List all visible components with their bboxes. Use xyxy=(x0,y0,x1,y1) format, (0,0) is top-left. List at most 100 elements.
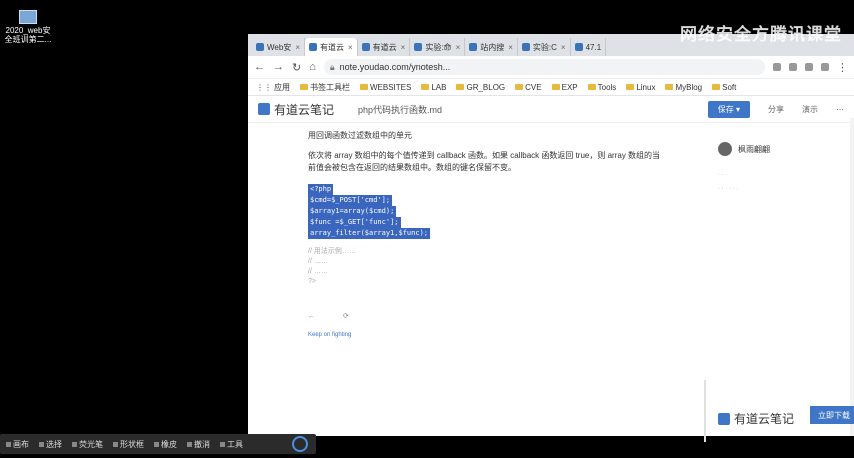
tab[interactable]: 47.1 xyxy=(571,38,607,56)
code-block[interactable]: <?php $cmd=$_POST['cmd']; $array1=array(… xyxy=(308,184,668,239)
drawing-toolbar: 画布 选择 荧光笔 形状框 橡皮 撤消 工具 xyxy=(0,434,316,454)
menu-icon[interactable]: ⋮ xyxy=(837,61,848,74)
desktop-icon-label: 2020_web安 全班训第二... xyxy=(4,26,52,44)
author-meta: · · · · · · · · · xyxy=(718,172,739,192)
extension-icon[interactable] xyxy=(773,63,781,71)
code-line: $func =$_GET['func']; xyxy=(308,217,401,228)
close-icon[interactable]: × xyxy=(348,43,353,52)
note-nav: ← ⟳ xyxy=(308,311,668,323)
folder-icon xyxy=(665,84,674,90)
bookmark-folder[interactable]: CVE xyxy=(515,83,542,92)
bookmark-folder[interactable]: 书签工具栏 xyxy=(300,82,350,93)
tool-shape[interactable]: 形状框 xyxy=(113,439,144,450)
more-icon[interactable]: ⋯ xyxy=(836,105,844,114)
browser-window: Web安 × 有道云 × 有道云 × 实验:命 × 站内搜 × 实验:C × 47.1 ← … xyxy=(248,34,854,442)
save-button[interactable]: 保存 ▾ xyxy=(707,100,750,118)
note-content[interactable]: 用回调函数过滤数组中的单元 依次将 array 数组中的每个值传递到 callb… xyxy=(308,130,668,341)
tab[interactable]: 有道云 × xyxy=(358,38,411,56)
browser-toolbar: ← → ↻ ⌂ 🔒︎ note.youdao.com/ynotesh... ⋮ xyxy=(248,56,854,79)
tab[interactable]: 实验:C × xyxy=(518,38,571,56)
cursor-icon xyxy=(39,441,44,447)
close-icon[interactable]: × xyxy=(401,43,406,52)
address-bar[interactable]: 🔒︎ note.youdao.com/ynotesh... xyxy=(323,59,765,75)
document-title[interactable]: php代码执行函数.md xyxy=(358,103,442,116)
folder-icon xyxy=(551,84,560,90)
folder-icon xyxy=(360,84,368,90)
bookmark-folder[interactable]: Soft xyxy=(712,83,736,92)
tab[interactable]: 实验:命 × xyxy=(410,38,466,56)
tool-canvas[interactable]: 画布 xyxy=(6,439,29,450)
faint-text-block: // 用法示例…… // …… // …… ?> xyxy=(308,248,356,285)
folder-icon xyxy=(19,10,37,24)
author[interactable]: 枫雨翩翩 xyxy=(718,142,838,156)
tool-select[interactable]: 选择 xyxy=(39,439,62,450)
folder-icon xyxy=(626,84,635,90)
highlighter-icon xyxy=(72,441,77,447)
folder-icon xyxy=(712,84,721,90)
close-icon[interactable]: × xyxy=(561,43,566,52)
scrollbar[interactable] xyxy=(704,380,706,442)
tab[interactable]: Web安 × xyxy=(252,38,305,56)
tools-icon xyxy=(220,441,225,447)
close-icon[interactable]: × xyxy=(295,43,300,52)
tab[interactable]: 站内搜 × xyxy=(465,38,518,56)
tool-highlighter[interactable]: 荧光笔 xyxy=(72,439,103,450)
extension-icon[interactable] xyxy=(821,63,829,71)
page-scrollbar[interactable] xyxy=(850,118,854,436)
desktop-icon[interactable]: 2020_web安 全班训第二... xyxy=(2,10,54,44)
bookmarks-bar: ⋮⋮ 应用 书签工具栏 WEBSITES LAB GR_BLOG CVE EXP … xyxy=(248,79,854,96)
code-line: <?php xyxy=(308,184,334,195)
download-button[interactable]: 立即下载 xyxy=(810,406,854,424)
code-line: array_filter($array1,$func); xyxy=(308,228,431,239)
lock-icon: 🔒︎ xyxy=(329,61,335,72)
ynote-logo-icon xyxy=(258,103,270,115)
folder-icon xyxy=(587,84,596,90)
apps-icon: ⋮⋮ xyxy=(256,82,272,92)
watermark: 网络安全方腾讯课堂 xyxy=(680,25,842,44)
share-button[interactable]: 分享 xyxy=(768,104,784,115)
canvas-icon xyxy=(6,441,11,447)
bookmark-folder[interactable]: Linux xyxy=(626,83,655,92)
bookmark-folder[interactable]: MyBlog xyxy=(665,83,702,92)
shield-icon xyxy=(414,43,423,51)
author-sidebar: 枫雨翩翩 · · · · · · · · · xyxy=(718,142,838,196)
note-icon xyxy=(361,43,370,51)
folder-icon xyxy=(421,84,430,90)
bookmark-folder[interactable]: WEBSITES xyxy=(360,83,411,92)
tagline: Keep on fighting xyxy=(308,332,352,338)
tool-tools[interactable]: 工具 xyxy=(220,439,243,450)
avatar xyxy=(718,142,732,156)
back-icon[interactable]: ← xyxy=(254,61,265,73)
note-heading: 用回调函数过滤数组中的单元 xyxy=(308,131,412,140)
extension-icon[interactable] xyxy=(789,63,797,71)
reload-icon[interactable]: ↻ xyxy=(292,61,301,74)
code-line: $cmd=$_POST['cmd']; xyxy=(308,195,393,206)
bookmark-folder[interactable]: LAB xyxy=(421,83,446,92)
link-icon[interactable]: ⟳ xyxy=(343,311,349,323)
bookmark-apps[interactable]: ⋮⋮ 应用 xyxy=(256,82,290,93)
folder-icon xyxy=(300,84,308,90)
home-icon[interactable]: ⌂ xyxy=(309,61,316,73)
extension-icon[interactable] xyxy=(805,63,813,71)
folder-icon xyxy=(515,84,524,90)
globe-icon xyxy=(574,43,583,51)
close-icon[interactable]: × xyxy=(456,43,461,52)
tab-active[interactable]: 有道云 × xyxy=(304,38,358,56)
power-icon[interactable] xyxy=(292,436,308,452)
tool-undo[interactable]: 撤消 xyxy=(187,439,210,450)
prev-icon[interactable]: ← xyxy=(308,311,315,323)
bookmark-folder[interactable]: EXP xyxy=(551,83,578,92)
ynote-footer-logo[interactable]: 有道云笔记 xyxy=(718,410,794,427)
eraser-icon xyxy=(154,441,159,447)
forward-icon[interactable]: → xyxy=(273,61,284,73)
close-icon[interactable]: × xyxy=(508,43,513,52)
folder-icon xyxy=(456,84,465,90)
shield-icon xyxy=(256,43,264,51)
bookmark-folder[interactable]: GR_BLOG xyxy=(456,83,505,92)
url-text: note.youdao.com/ynotesh... xyxy=(339,62,451,72)
present-button[interactable]: 演示 xyxy=(802,104,818,115)
bookmark-folder[interactable]: Tools xyxy=(587,83,616,92)
app-logo[interactable]: 有道云笔记 xyxy=(258,101,334,118)
shield-icon xyxy=(469,43,478,51)
tool-eraser[interactable]: 橡皮 xyxy=(154,439,177,450)
